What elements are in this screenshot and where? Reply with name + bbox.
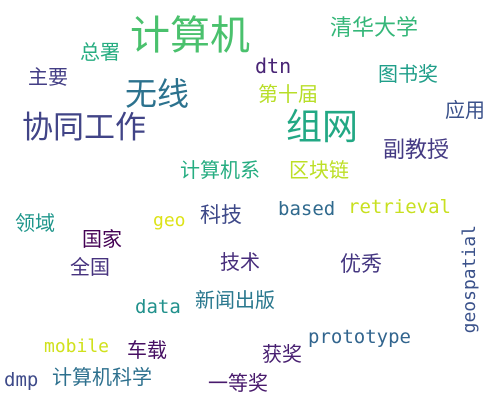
word-quanguo: 全国 bbox=[70, 255, 110, 279]
word-qukuailian: 区块链 bbox=[289, 158, 349, 182]
word-geo: geo bbox=[153, 210, 186, 231]
word-based: based bbox=[278, 198, 336, 220]
word-qinghua-daxue: 清华大学 bbox=[330, 16, 419, 41]
word-yidengjiang: 一等奖 bbox=[208, 371, 268, 395]
word-xietong-gongzuo: 协同工作 bbox=[22, 110, 146, 146]
word-jisuanjixi: 计算机系 bbox=[180, 158, 260, 182]
word-cloud: 计算机 清华大学 总署 dtn 图书奖 主要 无线 第十届 应用 协同工作 组网… bbox=[0, 0, 500, 400]
word-chezai: 车载 bbox=[127, 338, 167, 362]
word-prototype: prototype bbox=[308, 326, 411, 348]
word-keji: 科技 bbox=[200, 203, 242, 227]
word-tushujiang: 图书奖 bbox=[378, 62, 438, 86]
word-geospatial: geospatial bbox=[459, 225, 480, 334]
word-xinwen-chuban: 新闻出版 bbox=[195, 288, 275, 312]
word-jisuanji-kexue: 计算机科学 bbox=[52, 365, 152, 389]
word-jishu: 技术 bbox=[220, 250, 260, 274]
word-wuxian: 无线 bbox=[125, 75, 190, 113]
word-zuwang: 组网 bbox=[286, 107, 359, 148]
word-yingyong: 应用 bbox=[445, 98, 485, 122]
word-mobile: mobile bbox=[44, 336, 110, 357]
word-dishijie: 第十届 bbox=[258, 82, 318, 106]
word-data: data bbox=[135, 296, 181, 318]
word-guojia: 国家 bbox=[82, 227, 122, 251]
word-fujiaoshou: 副教授 bbox=[383, 138, 450, 163]
word-youxiu: 优秀 bbox=[340, 252, 382, 276]
word-jisuanji: 计算机 bbox=[130, 13, 250, 59]
word-retrieval: retrieval bbox=[348, 196, 451, 218]
word-zongshu: 总署 bbox=[80, 40, 120, 64]
word-dmp: dmp bbox=[4, 369, 39, 391]
word-dtn: dtn bbox=[255, 54, 292, 78]
word-zhuyao: 主要 bbox=[28, 65, 68, 89]
word-huojiang: 获奖 bbox=[262, 342, 302, 366]
word-lingyu: 领域 bbox=[15, 211, 55, 235]
